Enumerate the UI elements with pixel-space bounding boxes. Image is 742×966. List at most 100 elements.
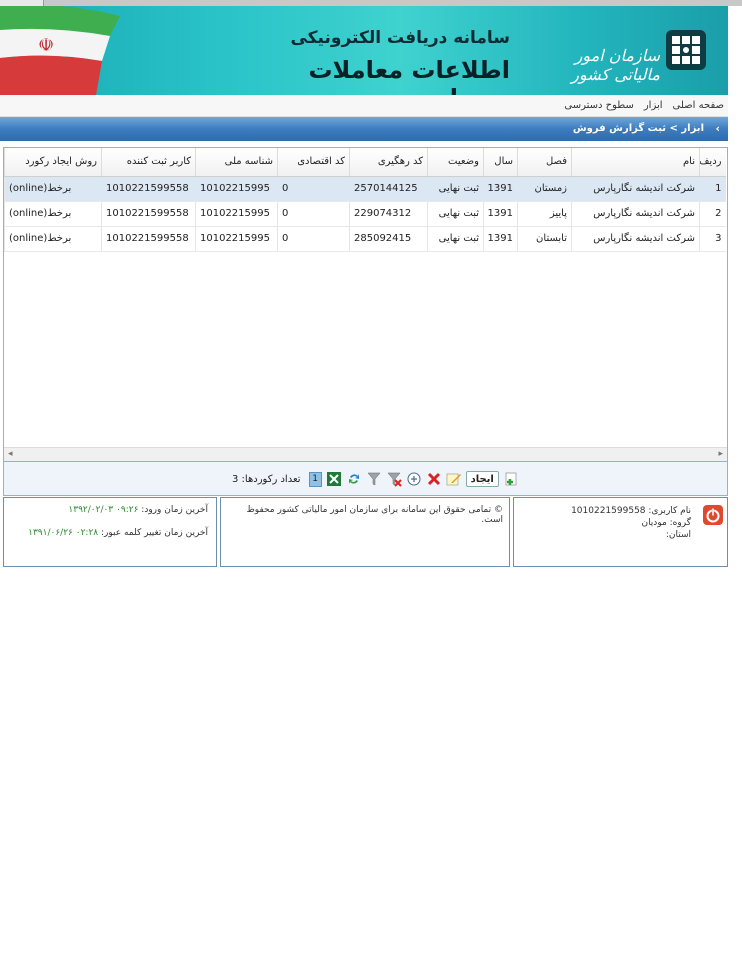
user-info: نام کاربری: 1010221599558 گروه: مودیان ا… bbox=[571, 505, 691, 541]
delete-button[interactable] bbox=[426, 471, 442, 487]
column-header-creation-method[interactable]: روش ایجاد رکورد bbox=[4, 148, 102, 177]
column-header-season[interactable]: فصل bbox=[517, 148, 572, 177]
records-grid: ردیف نام فصل سال وضعیت کد رهگیری کد اقتص… bbox=[3, 147, 728, 462]
column-header-registering-user[interactable]: کاربر ثبت کننده bbox=[101, 148, 196, 177]
column-header-row-number[interactable]: ردیف bbox=[699, 148, 726, 177]
cell-season: زمستان bbox=[517, 176, 572, 202]
edit-icon bbox=[446, 473, 461, 486]
logout-power-icon[interactable] bbox=[702, 504, 724, 526]
menu-item-access-levels[interactable]: سطوح دسترسی bbox=[564, 100, 633, 111]
cell-name: شرکت اندیشه نگارپارس bbox=[571, 176, 700, 202]
cell-status: ثبت نهایی bbox=[427, 226, 484, 252]
banner-title: اطلاعات معاملات مودیان bbox=[308, 56, 510, 95]
table-row[interactable]: 3 شرکت اندیشه نگارپارس تابستان 1391 ثبت … bbox=[4, 226, 726, 252]
user-province: استان: bbox=[665, 530, 691, 540]
cell-creation-method: (online)برخط bbox=[4, 176, 102, 202]
menu-item-home[interactable]: صفحه اصلی bbox=[673, 100, 724, 111]
copyright-panel: © تمامی حقوق این سامانه برای سازمان امور… bbox=[220, 497, 510, 567]
last-password-change-label: آخرین زمان تغییر کلمه عبور: bbox=[101, 528, 208, 538]
horizontal-scrollbar[interactable]: ◂ ▸ bbox=[4, 447, 727, 461]
toolbar-buttons: تعداد رکوردها: 3 1 ایجاد bbox=[232, 470, 519, 488]
filter-icon bbox=[367, 472, 381, 486]
main-menu: صفحه اصلی ابزار سطوح دسترسی bbox=[0, 95, 728, 117]
page-number-button[interactable]: 1 bbox=[308, 471, 322, 487]
column-header-name[interactable]: نام bbox=[571, 148, 700, 177]
login-info-panel: آخرین زمان ورود: ۰۹:۲۶ ۱۳۹۲/۰۲/۰۳ آخرین … bbox=[3, 497, 217, 567]
app-root: ☫ سامانه دریافت الکترونیکی اطلاعات معامل… bbox=[0, 0, 742, 966]
clear-filter-button[interactable] bbox=[386, 471, 402, 487]
copyright-text: © تمامی حقوق این سامانه برای سازمان امور… bbox=[246, 505, 503, 525]
cell-creation-method: (online)برخط bbox=[4, 201, 102, 227]
delete-icon bbox=[427, 472, 440, 486]
grid-toolbar: تعداد رکوردها: 3 1 ایجاد bbox=[3, 462, 728, 496]
menu-item-tools[interactable]: ابزار bbox=[644, 100, 663, 111]
username: نام کاربری: 1010221599558 bbox=[571, 506, 691, 516]
column-header-economic-code[interactable]: کد اقتصادی bbox=[277, 148, 350, 177]
plus-circle-icon bbox=[407, 472, 421, 486]
cell-creation-method: (online)برخط bbox=[4, 226, 102, 252]
cell-economic-code: 0 bbox=[277, 201, 350, 227]
cell-year: 1391 bbox=[483, 176, 518, 202]
cell-registering-user: 1010221599558 bbox=[101, 201, 196, 227]
add-record-icon bbox=[505, 472, 517, 486]
cell-national-id: 10102215995 bbox=[195, 226, 278, 252]
user-group: گروه: مودیان bbox=[641, 518, 691, 528]
column-header-year[interactable]: سال bbox=[483, 148, 518, 177]
cell-tracking-code: 285092415 bbox=[349, 226, 428, 252]
cell-registering-user: 1010221599558 bbox=[101, 176, 196, 202]
last-password-change: آخرین زمان تغییر کلمه عبور: ۰۲:۲۸ ۱۳۹۱/۰… bbox=[28, 528, 208, 538]
column-header-national-id[interactable]: شناسه ملی bbox=[195, 148, 278, 177]
cell-tracking-code: 2570144125 bbox=[349, 176, 428, 202]
create-button-label: ایجاد bbox=[470, 473, 494, 485]
org-name: سازمان امور مالیاتی کشور bbox=[571, 46, 660, 84]
chevron-right-icon: › bbox=[715, 122, 720, 135]
records-table: ردیف نام فصل سال وضعیت کد رهگیری کد اقتص… bbox=[4, 148, 726, 252]
create-button[interactable]: ایجاد bbox=[465, 471, 499, 487]
cell-status: ثبت نهایی bbox=[427, 201, 484, 227]
column-header-tracking-code[interactable]: کد رهگیری bbox=[349, 148, 428, 177]
cell-year: 1391 bbox=[483, 226, 518, 252]
table-header-row: ردیف نام فصل سال وضعیت کد رهگیری کد اقتص… bbox=[4, 148, 726, 177]
last-login-value: ۰۹:۲۶ ۱۳۹۲/۰۲/۰۳ bbox=[68, 505, 139, 515]
cell-season: تابستان bbox=[517, 226, 572, 252]
refresh-button[interactable] bbox=[346, 471, 362, 487]
clear-filter-icon bbox=[387, 472, 402, 487]
cell-name: شرکت اندیشه نگارپارس bbox=[571, 201, 700, 227]
excel-icon bbox=[326, 472, 341, 486]
banner-subtitle: سامانه دریافت الکترونیکی bbox=[290, 28, 510, 48]
cell-season: پاییز bbox=[517, 201, 572, 227]
refresh-icon bbox=[348, 474, 359, 484]
cell-name: شرکت اندیشه نگارپارس bbox=[571, 226, 700, 252]
cell-economic-code: 0 bbox=[277, 176, 350, 202]
last-password-change-value: ۰۲:۲۸ ۱۳۹۱/۰۶/۲۶ bbox=[28, 528, 99, 538]
cell-national-id: 10102215995 bbox=[195, 176, 278, 202]
breadcrumb-text: ابزار > ثبت گزارش فروش bbox=[572, 123, 704, 134]
cell-tracking-code: 229074312 bbox=[349, 201, 428, 227]
tax-org-logo-icon bbox=[666, 30, 706, 70]
user-info-panel: نام کاربری: 1010221599558 گروه: مودیان ا… bbox=[513, 497, 728, 567]
last-login: آخرین زمان ورود: ۰۹:۲۶ ۱۳۹۲/۰۲/۰۳ bbox=[68, 505, 208, 515]
cell-registering-user: 1010221599558 bbox=[101, 226, 196, 252]
svg-text:☫: ☫ bbox=[38, 35, 54, 56]
cell-year: 1391 bbox=[483, 201, 518, 227]
edit-button[interactable] bbox=[446, 471, 462, 487]
export-excel-button[interactable] bbox=[326, 471, 342, 487]
iran-flag-icon: ☫ bbox=[0, 6, 120, 95]
cell-row-number: 2 bbox=[699, 201, 726, 227]
table-row[interactable]: 1 شرکت اندیشه نگارپارس زمستان 1391 ثبت ن… bbox=[4, 176, 726, 202]
cell-row-number: 1 bbox=[699, 176, 726, 202]
add-record-button[interactable] bbox=[503, 471, 519, 487]
cell-row-number: 3 bbox=[699, 226, 726, 252]
header-banner: ☫ سامانه دریافت الکترونیکی اطلاعات معامل… bbox=[0, 6, 728, 95]
cell-economic-code: 0 bbox=[277, 226, 350, 252]
breadcrumb: › ابزار > ثبت گزارش فروش bbox=[0, 117, 728, 141]
expand-button[interactable] bbox=[406, 471, 422, 487]
scroll-left-icon[interactable]: ◂ bbox=[8, 449, 13, 459]
table-row[interactable]: 2 شرکت اندیشه نگارپارس پاییز 1391 ثبت نه… bbox=[4, 201, 726, 227]
column-header-status[interactable]: وضعیت bbox=[427, 148, 484, 177]
cell-status: ثبت نهایی bbox=[427, 176, 484, 202]
filter-button[interactable] bbox=[366, 471, 382, 487]
scroll-right-icon[interactable]: ▸ bbox=[718, 449, 723, 459]
record-count: تعداد رکوردها: 3 bbox=[232, 473, 301, 485]
last-login-label: آخرین زمان ورود: bbox=[141, 505, 208, 515]
